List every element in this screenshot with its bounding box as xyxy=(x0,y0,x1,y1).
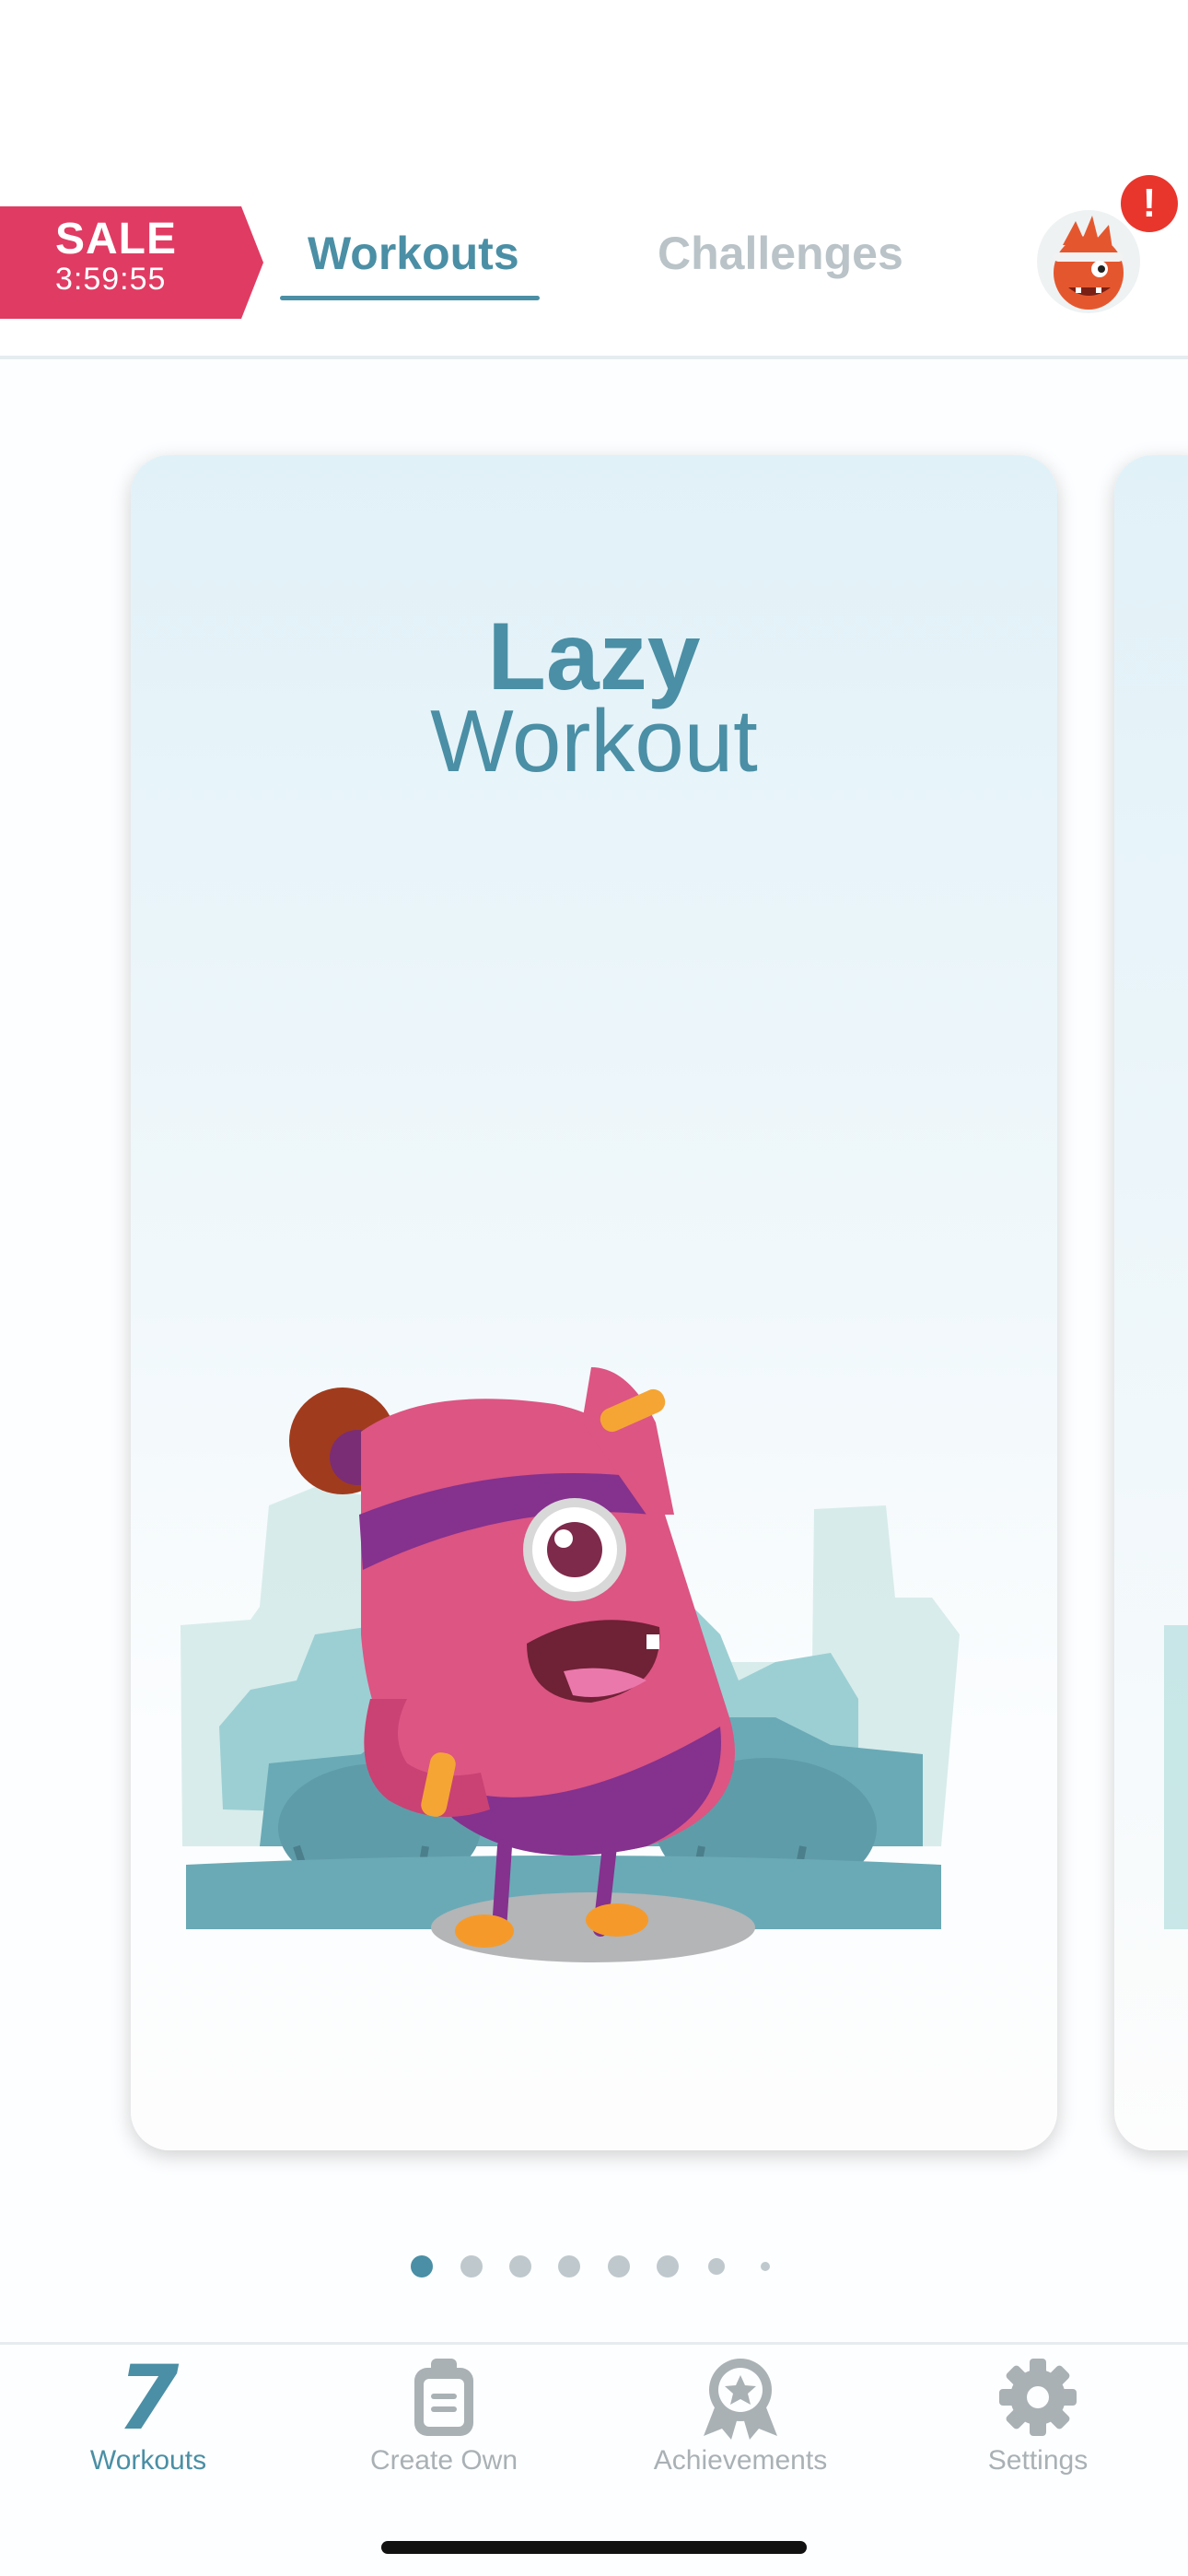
sale-countdown: 3:59:55 xyxy=(55,262,167,297)
page-dot-3[interactable] xyxy=(509,2255,531,2277)
page-dot-4[interactable] xyxy=(558,2255,580,2277)
tab-workouts[interactable]: Workouts xyxy=(308,227,519,280)
pink-monster-workout-illustration xyxy=(181,1367,960,1962)
page-dot-5[interactable] xyxy=(608,2255,630,2277)
award-ribbon-icon xyxy=(602,2357,879,2440)
monster-avatar-icon xyxy=(1037,210,1140,313)
page-dot-2[interactable] xyxy=(460,2255,483,2277)
home-indicator[interactable] xyxy=(381,2541,807,2554)
header-divider xyxy=(0,356,1188,359)
tabbar-label-workouts: Workouts xyxy=(89,2445,207,2476)
active-tab-indicator xyxy=(280,296,540,300)
workout-card-lazy-workout[interactable]: Lazy Workout xyxy=(131,455,1057,2150)
seven-minute-icon: 7 xyxy=(117,2347,180,2450)
page-dot-8[interactable] xyxy=(761,2262,770,2271)
alert-badge[interactable]: ! xyxy=(1121,175,1178,232)
clipboard-icon xyxy=(306,2357,582,2440)
workout-card-next[interactable] xyxy=(1114,455,1188,2150)
page-dot-6[interactable] xyxy=(657,2255,679,2277)
gear-icon xyxy=(900,2357,1176,2440)
card-title-line2: Workout xyxy=(430,692,758,790)
carousel-page-indicator xyxy=(0,2255,1188,2277)
tab-challenges[interactable]: Challenges xyxy=(658,227,903,280)
tabbar-label-settings: Settings xyxy=(987,2445,1089,2476)
page-dot-7[interactable] xyxy=(708,2258,725,2275)
sale-title: SALE xyxy=(55,215,178,263)
tabbar-item-workouts[interactable]: 7 Workouts xyxy=(10,2347,286,2486)
tabbar-item-achievements[interactable]: Achievements xyxy=(602,2357,879,2486)
tabbar-label-achievements: Achievements xyxy=(653,2445,828,2476)
tabbar-item-create-own[interactable]: Create Own xyxy=(306,2357,582,2486)
profile-avatar-button[interactable] xyxy=(1035,208,1142,315)
tabbar-label-create-own: Create Own xyxy=(369,2445,518,2476)
tabbar-item-settings[interactable]: Settings xyxy=(900,2357,1176,2486)
next-card-illustration xyxy=(1164,1625,1188,1929)
page-dot-1[interactable] xyxy=(411,2255,433,2277)
